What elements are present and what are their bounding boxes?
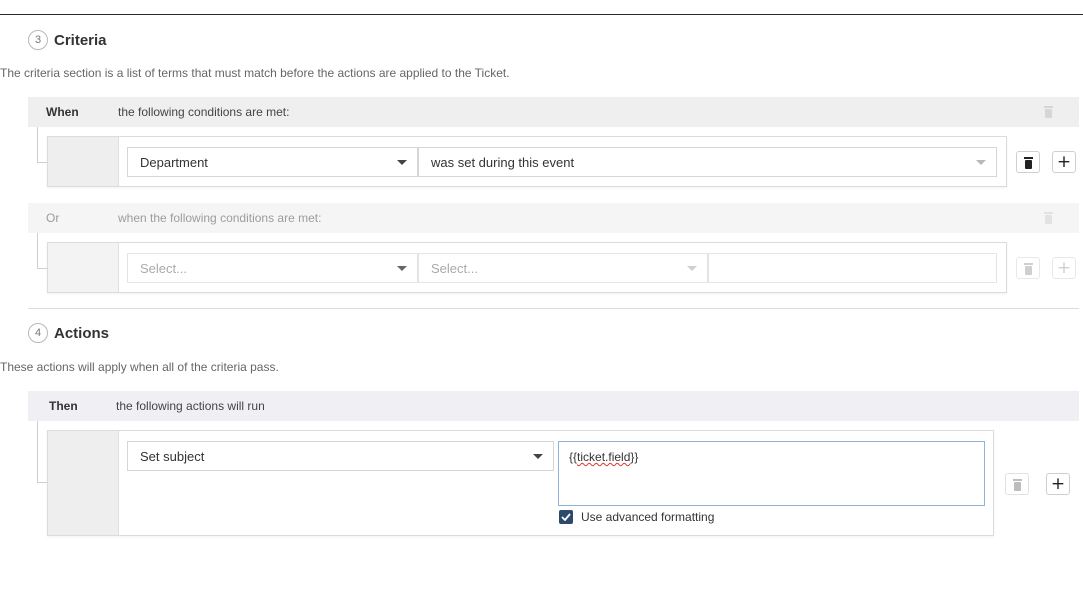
action-value-textarea[interactable]: {{ticket.field}} bbox=[558, 441, 985, 506]
when-operator-select[interactable]: was set during this event bbox=[418, 147, 997, 177]
plus-icon: + bbox=[1056, 257, 1072, 278]
or-group-header: Or when the following conditions are met… bbox=[28, 203, 1079, 233]
add-action-button[interactable]: + bbox=[1046, 473, 1070, 495]
then-group-header: Then the following actions will run bbox=[28, 391, 1079, 421]
or-operator-placeholder: Select... bbox=[431, 260, 478, 276]
action-type-value: Set subject bbox=[140, 448, 205, 464]
caret-down-icon bbox=[397, 160, 407, 165]
actions-heading: 4 Actions bbox=[28, 323, 109, 343]
section-divider bbox=[28, 308, 1079, 309]
criteria-heading: 3 Criteria bbox=[28, 30, 107, 50]
then-keyword: Then bbox=[49, 399, 78, 413]
trash-icon bbox=[1023, 262, 1033, 275]
trash-icon[interactable] bbox=[1044, 105, 1053, 118]
action-type-select[interactable]: Set subject bbox=[127, 441, 554, 471]
template-open-braces: {{ bbox=[569, 450, 578, 464]
advanced-formatting-checkbox[interactable] bbox=[559, 510, 573, 524]
add-condition-button[interactable]: + bbox=[1052, 151, 1076, 173]
advanced-formatting-toggle[interactable]: Use advanced formatting bbox=[559, 510, 714, 524]
checkmark-icon bbox=[561, 513, 571, 521]
when-operator-value: was set during this event bbox=[431, 154, 575, 170]
action-gutter bbox=[48, 431, 119, 535]
or-field-placeholder: Select... bbox=[140, 260, 187, 276]
when-field-value: Department bbox=[140, 154, 208, 170]
plus-icon: + bbox=[1056, 151, 1072, 172]
trash-icon bbox=[1023, 156, 1033, 169]
template-token: ticket.field bbox=[577, 450, 631, 464]
actions-description: These actions will apply when all of the… bbox=[0, 360, 279, 374]
or-value-input[interactable] bbox=[708, 253, 997, 283]
trash-icon bbox=[1012, 478, 1022, 491]
criteria-description: The criteria section is a list of terms … bbox=[0, 66, 510, 80]
add-condition-button[interactable]: + bbox=[1052, 257, 1076, 279]
step-number-badge: 3 bbox=[28, 30, 48, 50]
when-keyword: When bbox=[46, 105, 79, 119]
when-field-select[interactable]: Department bbox=[127, 147, 418, 177]
caret-down-icon bbox=[976, 160, 986, 165]
caret-down-icon bbox=[533, 454, 543, 459]
or-text: when the following conditions are met: bbox=[118, 211, 322, 225]
delete-condition-button[interactable] bbox=[1016, 257, 1040, 279]
caret-down-icon bbox=[687, 266, 697, 271]
plus-icon: + bbox=[1050, 473, 1066, 494]
template-close-braces: }} bbox=[630, 450, 639, 464]
delete-action-button[interactable] bbox=[1005, 473, 1029, 495]
condition-gutter bbox=[48, 243, 119, 292]
advanced-formatting-label: Use advanced formatting bbox=[581, 510, 715, 524]
then-text: the following actions will run bbox=[116, 399, 265, 413]
or-keyword: Or bbox=[46, 211, 60, 225]
or-operator-select[interactable]: Select... bbox=[418, 253, 708, 283]
tree-connector bbox=[37, 233, 47, 269]
caret-down-icon bbox=[397, 266, 407, 271]
when-text: the following conditions are met: bbox=[118, 105, 290, 119]
or-field-select[interactable]: Select... bbox=[127, 253, 418, 283]
delete-condition-button[interactable] bbox=[1016, 151, 1040, 173]
actions-title: Actions bbox=[54, 324, 110, 342]
step-number-badge: 4 bbox=[28, 323, 48, 343]
when-group-header: When the following conditions are met: bbox=[28, 97, 1079, 127]
trash-icon[interactable] bbox=[1044, 211, 1053, 224]
tree-connector bbox=[37, 421, 47, 483]
tree-connector bbox=[37, 127, 47, 163]
criteria-title: Criteria bbox=[54, 31, 107, 49]
top-border bbox=[0, 14, 1083, 15]
condition-gutter bbox=[48, 137, 119, 186]
